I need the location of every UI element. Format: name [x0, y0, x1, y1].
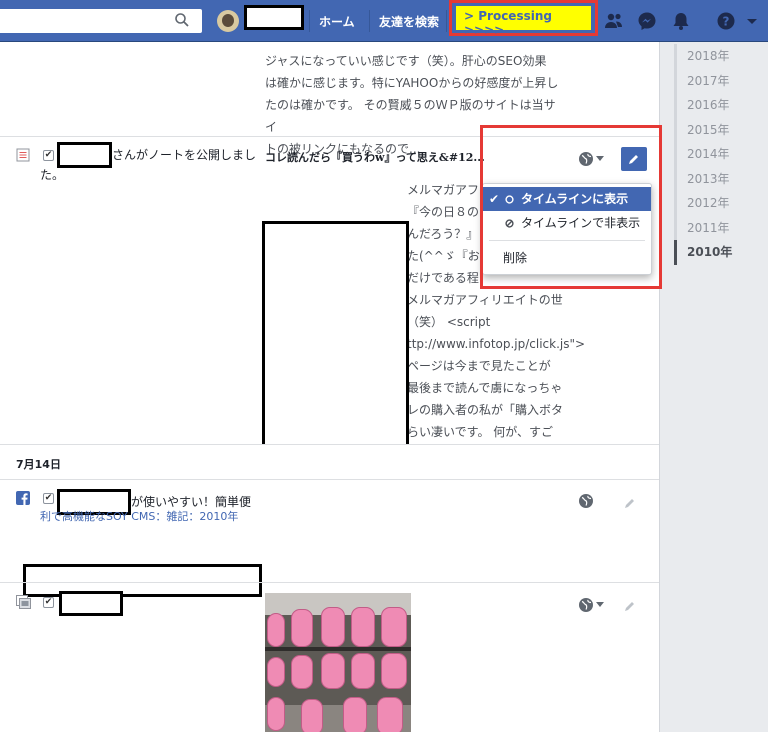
- nav-find-friends-link[interactable]: 友達を検索: [379, 13, 439, 30]
- globe-privacy-icon[interactable]: [578, 493, 594, 509]
- annotation-highlight-frame: [480, 125, 662, 289]
- note-body-line: メルマガアフィリエイトの世: [407, 293, 563, 307]
- row-checkbox[interactable]: ✔: [43, 493, 54, 504]
- post-text-line: は確かに感じます。特にYAHOOからの好感度が上昇し: [265, 76, 559, 90]
- row-checkbox[interactable]: ✔: [43, 597, 54, 608]
- search-icon[interactable]: [174, 12, 190, 28]
- photo-album-icon: [16, 595, 31, 609]
- chevron-down-icon[interactable]: [745, 11, 759, 31]
- note-body-line: らい凄いです。 何が、すご: [407, 425, 554, 439]
- year-link[interactable]: 2015年: [674, 117, 768, 142]
- note-body-line: （笑） <script: [407, 315, 491, 329]
- svg-text:?: ?: [723, 15, 730, 29]
- search-input[interactable]: [0, 9, 202, 33]
- messenger-icon[interactable]: [637, 11, 657, 31]
- pencil-icon[interactable]: [624, 600, 636, 612]
- pencil-icon[interactable]: [624, 497, 636, 509]
- year-link[interactable]: 2013年: [674, 166, 768, 191]
- year-link[interactable]: 2018年: [674, 44, 768, 69]
- nav-home-link[interactable]: ホーム: [319, 13, 355, 30]
- nav-divider: [309, 10, 310, 32]
- year-link[interactable]: 2016年: [674, 93, 768, 118]
- redacted-profile-name[interactable]: [244, 5, 304, 30]
- notifications-bell-icon[interactable]: [671, 11, 691, 31]
- activity-row-photo: ✔: [0, 582, 659, 732]
- note-body-line: ページは今まで見たことが: [407, 359, 551, 373]
- year-navigation: 2018年 2017年 2016年 2015年 2014年 2013年 2012…: [674, 44, 768, 265]
- link-post-url[interactable]: 利で高機能なSOY CMS：雑記：2010年: [40, 509, 238, 525]
- nav-divider: [446, 10, 447, 32]
- note-body-line: レの購入者の私が「購入ボタ: [407, 403, 564, 417]
- day-header: 7月14日: [0, 444, 659, 480]
- year-link[interactable]: 2011年: [674, 215, 768, 240]
- activity-description-cont: た。: [40, 168, 65, 182]
- friend-requests-icon[interactable]: [604, 11, 624, 31]
- top-bar: ホーム 友達を検索 > Processing >>>> ?: [0, 0, 768, 42]
- redacted-note-image: [262, 221, 409, 480]
- note-title[interactable]: コレ読んだら『買うわw』って思え&#12...: [265, 149, 485, 165]
- day-header-label: 7月14日: [16, 458, 61, 471]
- post-text-line: ジャスになっていい感じです（笑）。肝心のSEO効果: [265, 54, 547, 68]
- year-link[interactable]: 2017年: [674, 68, 768, 93]
- help-icon[interactable]: ?: [716, 11, 736, 31]
- activity-row-link: ✔ が使いやすい！簡単便 利で高機能なSOY CMS：雑記：2010年: [0, 480, 659, 597]
- year-link-active[interactable]: 2010年: [674, 240, 768, 265]
- photo-lanterns[interactable]: [265, 593, 411, 732]
- redacted-actor-name: [57, 142, 112, 168]
- note-body-line: ttp://www.infotop.jp/click.js">: [407, 337, 586, 351]
- processing-banner: > Processing >>>>: [449, 0, 598, 37]
- activity-description: さんがノートを公開しまし: [112, 148, 257, 162]
- row-checkbox[interactable]: ✔: [43, 150, 54, 161]
- year-link[interactable]: 2014年: [674, 142, 768, 167]
- avatar[interactable]: [217, 10, 239, 32]
- facebook-icon: [16, 491, 30, 505]
- note-icon: [16, 148, 30, 162]
- nav-divider: [369, 10, 370, 32]
- redacted-actor-name: [59, 591, 123, 616]
- note-body-line: 最後まで読んで虜になっちゃ: [407, 381, 563, 395]
- processing-label: > Processing >>>>: [456, 6, 591, 37]
- year-link[interactable]: 2012年: [674, 191, 768, 216]
- globe-privacy-icon[interactable]: [578, 597, 594, 613]
- privacy-chevron-down-icon[interactable]: [596, 602, 604, 608]
